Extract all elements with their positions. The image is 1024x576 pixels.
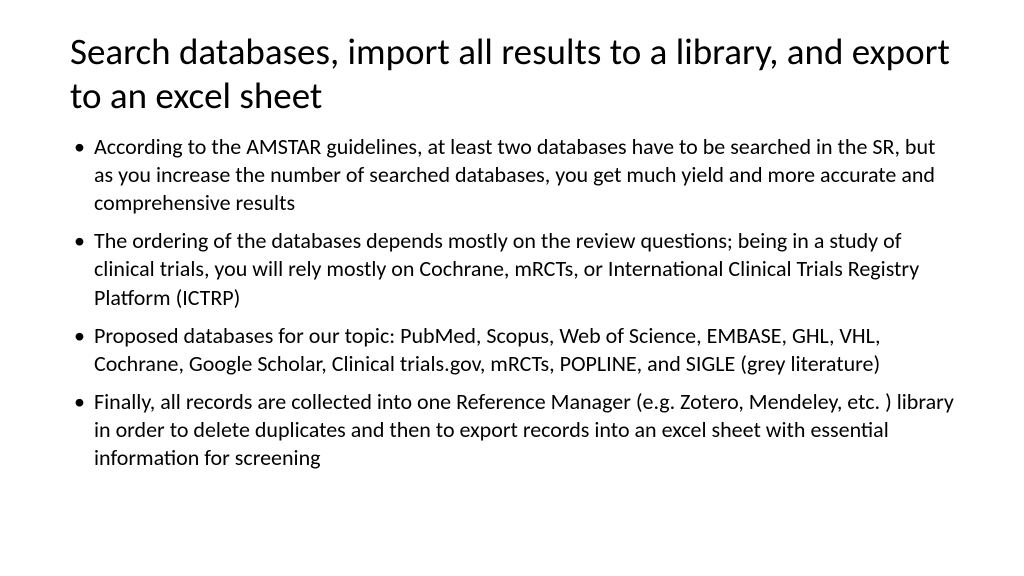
bullet-list: According to the AMSTAR guidelines, at l… <box>70 133 954 473</box>
bullet-item: According to the AMSTAR guidelines, at l… <box>70 133 954 217</box>
bullet-item: The ordering of the databases depends mo… <box>70 227 954 311</box>
bullet-item: Proposed databases for our topic: PubMed… <box>70 322 954 378</box>
bullet-item: Finally, all records are collected into … <box>70 388 954 472</box>
slide-title: Search databases, import all results to … <box>70 30 954 119</box>
